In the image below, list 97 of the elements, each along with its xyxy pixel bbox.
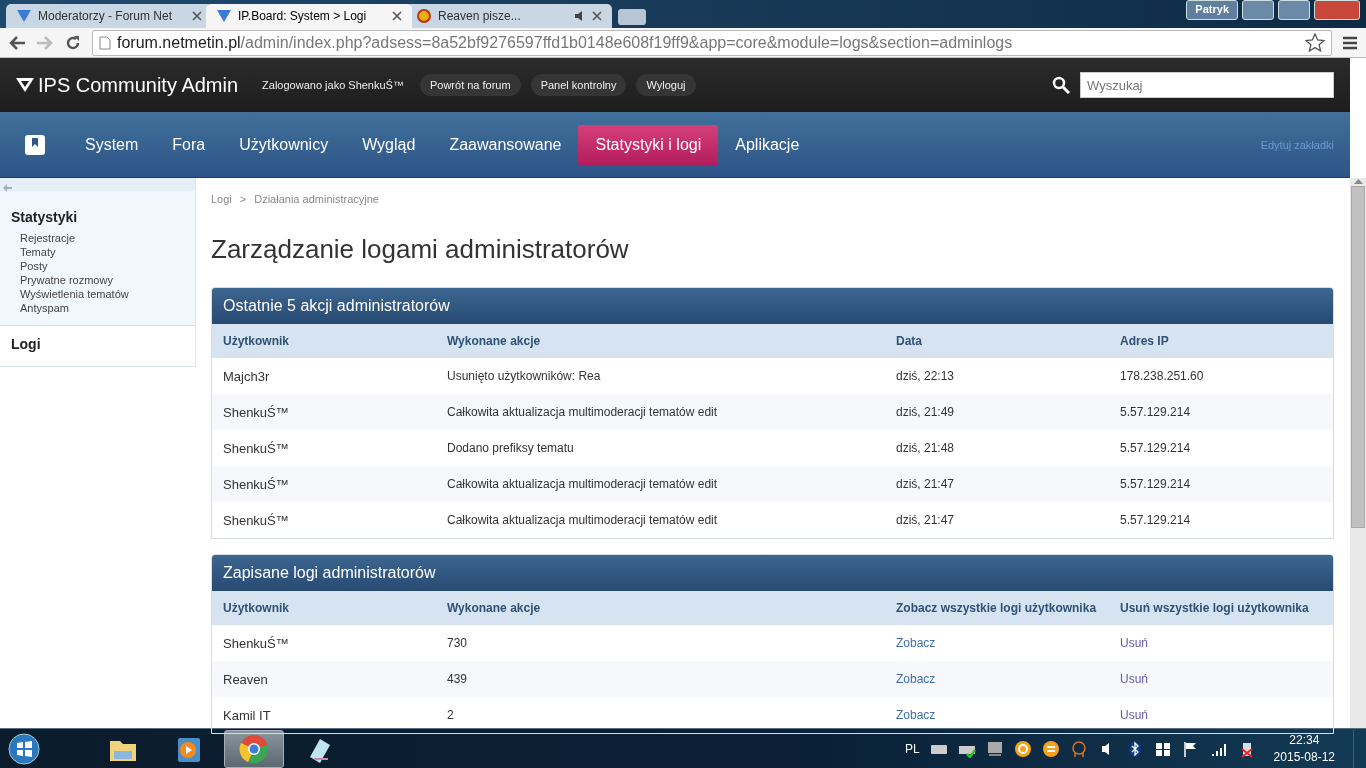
table-cell-text: 5.57.129.214: [1120, 441, 1192, 455]
breadcrumb-link[interactable]: Logi: [211, 193, 232, 205]
table-cell-text: Majch3r: [223, 368, 271, 384]
sidebar-link[interactable]: Rejestracje: [0, 231, 195, 245]
clock-time[interactable]: 22:34: [1289, 733, 1320, 747]
table-cell-text: dziś, 21:47: [896, 477, 956, 491]
logo-icon: [16, 77, 34, 93]
table-cell-text: 730: [447, 636, 469, 650]
clock-date[interactable]: 2015-08-12: [1273, 750, 1335, 764]
close-icon[interactable]: [592, 11, 602, 21]
reload-icon[interactable]: [64, 33, 82, 52]
circle-icon[interactable]: [1013, 739, 1032, 758]
breadcrumb-separator: >: [239, 193, 247, 205]
header-link[interactable]: Panel kontrolny: [530, 74, 627, 96]
logged-in-text: Zalogowano jako ShenkuŚ™: [262, 79, 404, 91]
sidebar-link[interactable]: Posty: [0, 259, 195, 273]
monitor-icon[interactable]: [985, 739, 1004, 758]
table-cell-text: 5.57.129.214: [1120, 405, 1192, 419]
panel-title: Zapisane logi administratorów: [212, 555, 1333, 591]
language-indicator[interactable]: PL: [904, 741, 920, 756]
table-cell-text: Usunięto użytkowników: Rea: [447, 369, 602, 383]
view-link[interactable]: Zobacz: [896, 708, 936, 722]
browser-icon[interactable]: [238, 732, 270, 765]
profile-button[interactable]: Patryk: [1186, 0, 1238, 20]
column-header: Usuń wszystkie logi użytkownika: [1120, 601, 1310, 615]
logo-icon: [216, 8, 232, 24]
address-bar[interactable]: forum.netmetin.pl/admin/index.php?adsess=8a52bf9276597ffd1b0148e608f19ff9&app=core&module=logs&section=adminlogs: [92, 29, 1332, 56]
page-title: Zarządzanie logami administratorów: [211, 234, 630, 265]
sidebar-link[interactable]: Antyspam: [0, 301, 195, 315]
sidebar-link[interactable]: Prywatne rozmowy: [0, 273, 195, 287]
search-field[interactable]: Wyszukaj: [1080, 72, 1334, 98]
close-button[interactable]: [1314, 0, 1360, 20]
table-cell-text: dziś, 21:49: [896, 405, 956, 419]
close-icon[interactable]: [192, 11, 202, 21]
table-cell-text: ShenkuŚ™: [223, 635, 290, 651]
star-icon[interactable]: [1305, 32, 1325, 53]
table-cell-text: ShenkuŚ™: [223, 476, 290, 492]
table-cell-text: dziś, 21:48: [896, 441, 956, 455]
bookmark-icon[interactable]: [24, 133, 46, 156]
column-header: Wykonane akcje: [447, 601, 542, 615]
header-link[interactable]: Powrót na forum: [419, 74, 521, 96]
table-cell-text: ShenkuŚ™: [223, 440, 290, 456]
scroll-up-icon: [1353, 178, 1363, 184]
table-cell-text: 2: [447, 708, 455, 722]
menu-icon[interactable]: [1342, 35, 1358, 50]
view-link[interactable]: Zobacz: [896, 636, 936, 650]
nav-tab[interactable]: Zaawansowane: [432, 124, 579, 165]
close-icon[interactable]: [392, 11, 402, 21]
column-header: Adres IP: [1120, 334, 1170, 348]
table-cell-text: Całkowita aktualizacja multimoderacji tematów edit: [447, 513, 719, 527]
circle-icon[interactable]: [1041, 739, 1060, 758]
table-cell-text: 178.238.251.60: [1120, 369, 1205, 383]
table-cell-text: Kamil IT: [223, 707, 272, 723]
back-icon[interactable]: [8, 34, 26, 51]
sidebar-heading[interactable]: Logi: [0, 326, 195, 358]
sidebar-link[interactable]: Tematy: [0, 245, 195, 259]
logo-text: IPS Community Admin: [38, 73, 239, 97]
logo-icon: [16, 8, 32, 24]
page-icon: [99, 35, 111, 50]
delete-link[interactable]: Usuń: [1120, 708, 1148, 722]
search-icon: [1052, 76, 1070, 94]
delete-link[interactable]: Usuń: [1120, 672, 1148, 686]
nav-tab[interactable]: Użytkownicy: [222, 124, 346, 165]
sidebar-heading[interactable]: Statystyki: [0, 199, 195, 231]
table-cell-text: 439: [447, 672, 469, 686]
view-link[interactable]: Zobacz: [896, 672, 936, 686]
browser-tab[interactable]: IP.Board: System > Logi: [206, 4, 412, 28]
table-cell-text: Całkowita aktualizacja multimoderacji tematów edit: [447, 477, 719, 491]
delete-link[interactable]: Usuń: [1120, 636, 1148, 650]
table-cell-text: 5.57.129.214: [1120, 477, 1192, 491]
panel-title: Ostatnie 5 akcji administratorów: [212, 288, 1333, 324]
scrollbar[interactable]: [1350, 178, 1366, 728]
table-cell-text: dziś, 21:47: [896, 513, 956, 527]
head-icon[interactable]: [1069, 739, 1088, 758]
column-header: Zobacz wszystkie logi użytkownika: [896, 601, 1098, 615]
table-cell-text: Całkowita aktualizacja multimoderacji tematów edit: [447, 405, 719, 419]
table-cell-text: ShenkuŚ™: [223, 404, 290, 420]
column-header: Wykonane akcje: [447, 334, 542, 348]
column-header: Data: [896, 334, 923, 348]
column-header: Użytkownik: [223, 601, 290, 615]
minimize-button[interactable]: [1242, 0, 1274, 20]
breadcrumb-current: Działania administracyjne: [254, 193, 379, 205]
table-cell-text: Reaven: [223, 671, 269, 687]
nav-tab[interactable]: System: [68, 124, 156, 165]
column-header: Użytkownik: [223, 334, 290, 348]
nav-tab[interactable]: Wygląd: [345, 124, 433, 165]
maximize-button[interactable]: [1278, 0, 1310, 20]
table-cell-text: dziś, 22:13: [896, 369, 956, 383]
start-icon[interactable]: [8, 732, 40, 765]
table-cell-text: 5.57.129.214: [1120, 513, 1192, 527]
table-cell-text: Dodano prefiksy tematu: [447, 441, 575, 455]
nav-tab[interactable]: Fora: [155, 124, 223, 165]
nav-tab[interactable]: Statystyki i logi: [578, 124, 719, 165]
table-cell-text: ShenkuŚ™: [223, 512, 290, 528]
header-link[interactable]: Wyloguj: [636, 74, 696, 96]
nav-tab[interactable]: Aplikacje: [718, 124, 817, 165]
sidebar-link[interactable]: Wyświetlenia tematów: [0, 287, 195, 301]
